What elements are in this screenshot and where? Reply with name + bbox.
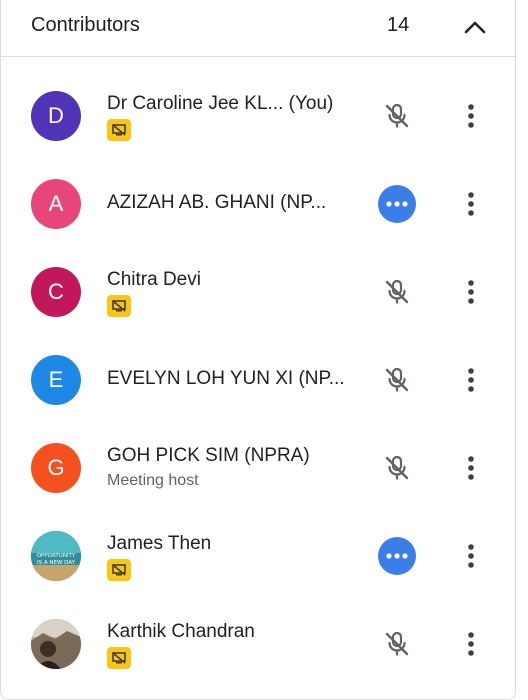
- profile-photo-image: OPPORTUNITY IS A NEW DAY: [31, 531, 81, 581]
- avatar-initial: A: [48, 191, 64, 216]
- more-options-button[interactable]: [456, 625, 486, 663]
- avatar: D: [31, 91, 81, 141]
- avatar: C: [31, 267, 81, 317]
- participant-role: Meeting host: [107, 472, 199, 489]
- mic-status: [378, 625, 416, 663]
- presentation-badge: [107, 647, 131, 669]
- avatar-initial: E: [48, 367, 64, 392]
- mic-status: [378, 361, 416, 399]
- presentation-badge: [107, 119, 131, 141]
- avatar-photo: OPPORTUNITY IS A NEW DAY: [31, 531, 81, 581]
- participant-name: EVELYN LOH YUN XI (NP...: [107, 368, 345, 389]
- mic-off-icon: [385, 103, 409, 128]
- avatar: A: [31, 179, 81, 229]
- screen-share-off-icon: [112, 124, 126, 136]
- more-vert-icon: [468, 456, 474, 480]
- participant-name-text: Dr Caroline Jee KL...: [107, 93, 284, 114]
- more-vert-icon: [468, 192, 474, 216]
- contributors-panel: Contributors 14 D Dr Caroline Jee KL... …: [0, 0, 516, 700]
- screen-share-off-icon: [112, 652, 126, 664]
- photo-text-1: OPPORTUNITY: [37, 553, 76, 559]
- profile-photo-image: [31, 619, 81, 669]
- more-options-button[interactable]: [456, 273, 486, 311]
- you-tag: (You): [288, 93, 334, 114]
- mic-status: [378, 449, 416, 487]
- presentation-badge: [107, 295, 131, 317]
- contributors-title: Contributors: [31, 14, 140, 36]
- avatar: E: [31, 355, 81, 405]
- participant-row[interactable]: D Dr Caroline Jee KL... (You): [1, 72, 517, 160]
- photo-text-2: IS A NEW DAY: [37, 560, 76, 566]
- participant-name: Karthik Chandran: [107, 621, 255, 642]
- participant-name: Chitra Devi: [107, 269, 201, 290]
- more-horiz-icon: [386, 553, 408, 559]
- contributors-header: Contributors 14: [1, 0, 515, 57]
- participant-name: Dr Caroline Jee KL... (You): [107, 93, 333, 115]
- more-options-button[interactable]: [456, 537, 486, 575]
- participant-row[interactable]: G GOH PICK SIM (NPRA) Meeting host: [1, 424, 517, 512]
- participant-row[interactable]: A AZIZAH AB. GHANI (NP...: [1, 160, 517, 248]
- more-options-button[interactable]: [456, 449, 486, 487]
- participant-name: GOH PICK SIM (NPRA): [107, 445, 310, 466]
- participant-row[interactable]: OPPORTUNITY IS A NEW DAY James Then: [1, 512, 517, 600]
- avatar-initial: G: [47, 455, 65, 480]
- mic-status: [378, 97, 416, 135]
- mic-off-icon: [385, 455, 409, 480]
- more-vert-icon: [468, 544, 474, 568]
- presentation-badge: [107, 559, 131, 581]
- avatar-initial: C: [48, 279, 64, 304]
- mic-off-icon: [385, 279, 409, 304]
- avatar-photo: [31, 619, 81, 669]
- more-horiz-icon: [386, 201, 408, 207]
- participant-name: James Then: [107, 533, 212, 554]
- contributors-count: 14: [387, 14, 410, 36]
- participant-name: AZIZAH AB. GHANI (NP...: [107, 192, 327, 213]
- more-vert-icon: [468, 368, 474, 392]
- mic-status: [378, 273, 416, 311]
- mic-off-icon: [385, 367, 409, 392]
- participant-row[interactable]: Karthik Chandran: [1, 600, 517, 688]
- screen-share-off-icon: [112, 300, 126, 312]
- participant-row[interactable]: C Chitra Devi: [1, 248, 517, 336]
- avatar-initial: D: [48, 103, 64, 128]
- participant-row[interactable]: E EVELYN LOH YUN XI (NP...: [1, 336, 517, 424]
- more-options-button[interactable]: [456, 185, 486, 223]
- more-options-button[interactable]: [456, 97, 486, 135]
- mic-off-icon: [385, 631, 409, 656]
- screen-share-off-icon: [112, 564, 126, 576]
- speaking-indicator: [378, 185, 416, 223]
- collapse-button[interactable]: [456, 8, 494, 46]
- more-vert-icon: [468, 632, 474, 656]
- speaking-indicator: [378, 537, 416, 575]
- avatar: G: [31, 443, 81, 493]
- more-options-button[interactable]: [456, 361, 486, 399]
- more-vert-icon: [468, 280, 474, 304]
- more-vert-icon: [468, 104, 474, 128]
- chevron-up-icon: [464, 21, 486, 34]
